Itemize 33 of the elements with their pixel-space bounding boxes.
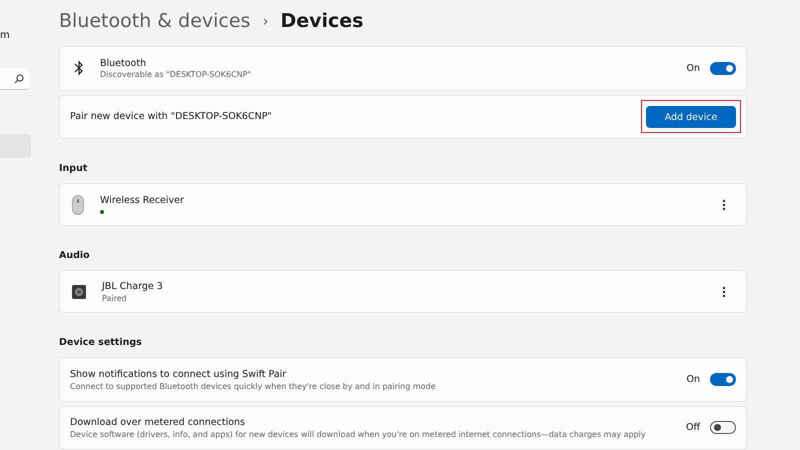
sidebar-text: m xyxy=(0,30,10,41)
more-options-icon[interactable] xyxy=(722,198,726,210)
device-card[interactable]: Wireless Receiver xyxy=(59,182,747,226)
setting-subtitle: Connect to supported Bluetooth devices quickly when they're close by and in pairing mode xyxy=(70,382,437,391)
toggle-label: On xyxy=(686,62,700,74)
device-card[interactable]: JBL Charge 3 Paired xyxy=(59,270,747,314)
search-field[interactable] xyxy=(0,68,30,90)
pair-text: Pair new device with "DESKTOP-SOK6CNP" xyxy=(70,111,273,122)
bluetooth-icon xyxy=(74,60,84,76)
mouse-icon xyxy=(72,194,84,214)
toggle-label: On xyxy=(686,374,700,386)
setting-subtitle: Discoverable as "DESKTOP-SOK6CNP" xyxy=(100,70,252,79)
toggle-switch[interactable] xyxy=(710,373,736,386)
device-status: Paired xyxy=(102,294,128,303)
toggle-switch[interactable] xyxy=(710,421,736,434)
setting-subtitle: Device software (drivers, info, and apps) for new devices will download when you're on metered internet connections—data charges may apply xyxy=(70,430,647,439)
page-title: Devices xyxy=(280,10,364,32)
breadcrumb-parent[interactable]: Bluetooth & devices xyxy=(59,10,250,32)
toggle-label: Off xyxy=(686,422,700,434)
section-heading: Input xyxy=(59,162,88,174)
more-options-icon[interactable] xyxy=(722,286,726,298)
device-name: JBL Charge 3 xyxy=(102,280,164,292)
breadcrumb-separator: › xyxy=(262,12,268,30)
add-device-button[interactable]: Add device xyxy=(646,106,736,128)
setting-title: Bluetooth xyxy=(100,58,148,69)
search-icon xyxy=(14,74,24,84)
toggle-switch[interactable] xyxy=(710,62,736,75)
section-heading: Audio xyxy=(59,250,91,262)
section-heading: Device settings xyxy=(59,337,143,348)
setting-title: Show notifications to connect using Swift Pair xyxy=(70,368,288,380)
device-name: Wireless Receiver xyxy=(100,195,185,206)
setting-title: Download over metered connections xyxy=(70,416,246,428)
speaker-icon xyxy=(72,284,86,299)
